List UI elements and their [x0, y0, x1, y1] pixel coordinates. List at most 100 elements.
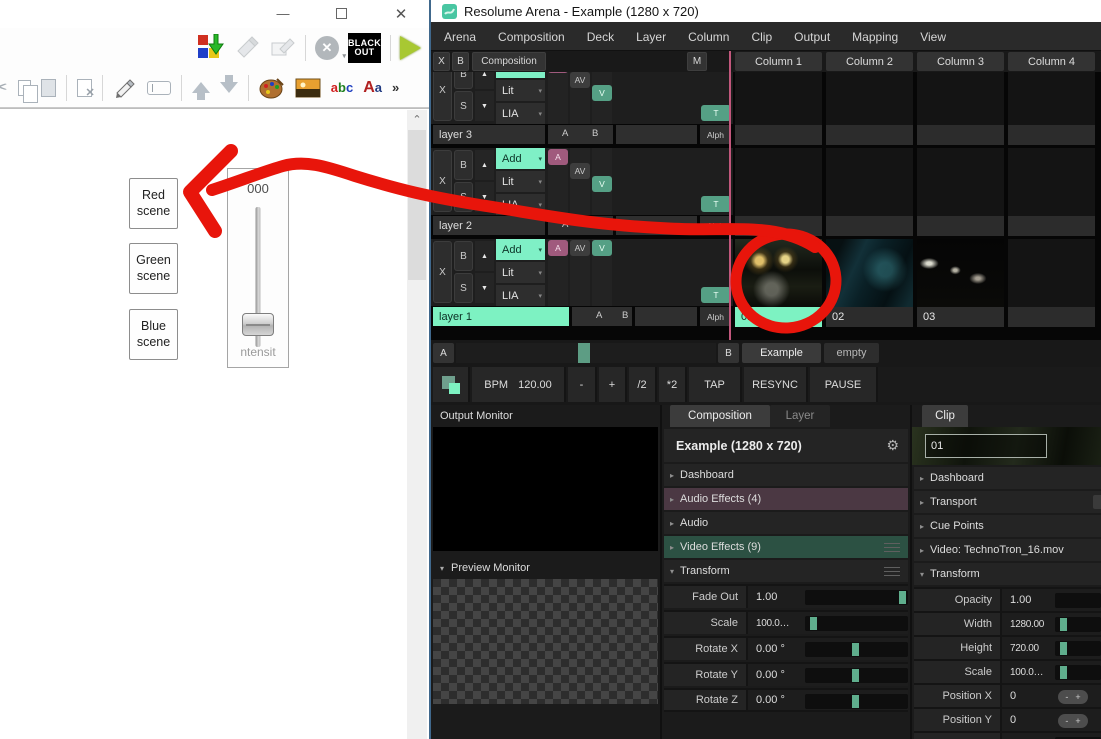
- layer2-alpha-button[interactable]: Alph: [700, 216, 731, 235]
- clip-01[interactable]: 01: [735, 239, 822, 327]
- clip-02-thumbnail[interactable]: [826, 239, 913, 307]
- scrollbar-thumb[interactable]: [408, 130, 426, 280]
- layer1-name[interactable]: layer 1: [433, 307, 569, 326]
- position-x-stepper[interactable]: -+: [1058, 690, 1088, 704]
- clip-02[interactable]: 02: [826, 239, 913, 327]
- layer2-down-icon[interactable]: ▼: [475, 182, 494, 212]
- vertical-scrollbar[interactable]: ⌃: [407, 110, 427, 739]
- layer2-audio-button[interactable]: A: [548, 149, 568, 165]
- minimize-icon[interactable]: —: [268, 2, 298, 25]
- layer2-lit-dropdown[interactable]: Lit▾: [496, 171, 545, 192]
- scroll-up-icon[interactable]: ⌃: [407, 110, 427, 129]
- composition-b-button[interactable]: B: [452, 52, 469, 71]
- menu-clip[interactable]: Clip: [740, 27, 783, 47]
- param-value[interactable]: 0.00 °: [756, 638, 785, 660]
- clip-03-label[interactable]: 03: [917, 307, 1004, 327]
- blue-scene-button[interactable]: Blue scene: [129, 309, 178, 360]
- layer2-lia-dropdown[interactable]: LIA▾: [496, 194, 545, 215]
- clip-section-transport[interactable]: ▸Transport: [914, 491, 1101, 513]
- clip-section-dashboard[interactable]: ▸Dashboard: [914, 467, 1101, 489]
- layer2-video-button[interactable]: V: [592, 176, 612, 192]
- column-4-header[interactable]: Column 4: [1008, 52, 1095, 71]
- tab-layer[interactable]: Layer: [770, 405, 830, 427]
- param-value[interactable]: 0.00 °: [756, 690, 785, 710]
- param-value[interactable]: 0.00 °: [756, 664, 785, 686]
- layer3-b-button[interactable]: B: [454, 72, 473, 89]
- layer2-blend-dropdown[interactable]: Add▾: [496, 148, 545, 169]
- param-slider[interactable]: [805, 694, 908, 709]
- layer1-down-icon[interactable]: ▼: [475, 273, 494, 303]
- move-down-icon[interactable]: [220, 82, 238, 93]
- cut-icon[interactable]: ✂: [0, 75, 8, 100]
- drag-handle-icon[interactable]: [884, 543, 900, 555]
- param-value[interactable]: 1.00: [756, 586, 777, 608]
- crossfader-a-button[interactable]: A: [433, 343, 454, 363]
- layer1-up-icon[interactable]: ▲: [475, 241, 494, 271]
- clear-dropdown-arrow-icon[interactable]: ▾: [342, 52, 346, 60]
- column-3-header[interactable]: Column 3: [917, 52, 1004, 71]
- clip-slot[interactable]: [735, 148, 822, 236]
- blackout-button[interactable]: BLACK OUT: [348, 33, 381, 63]
- beat-indicator[interactable]: [433, 367, 470, 402]
- layer3-down-icon[interactable]: ▼: [475, 91, 494, 121]
- maximize-icon[interactable]: [326, 2, 356, 25]
- clip-02-label[interactable]: 02: [826, 307, 913, 327]
- composition-button[interactable]: Composition: [472, 52, 546, 71]
- layer2-av-button[interactable]: AV: [570, 163, 590, 179]
- layer3-blend-dropdown[interactable]: Add▾: [496, 72, 545, 78]
- layer2-x-button[interactable]: X: [433, 150, 452, 212]
- green-scene-button[interactable]: Green scene: [129, 243, 178, 294]
- transport-t-button[interactable]: [1093, 495, 1101, 509]
- deck-tab-empty[interactable]: empty: [824, 343, 879, 363]
- scenes-download-icon[interactable]: [198, 35, 226, 61]
- crossfader-track[interactable]: [456, 343, 716, 363]
- clip-slot[interactable]: [1008, 239, 1095, 327]
- layer2-s-button[interactable]: S: [454, 182, 473, 212]
- layer1-audio-button[interactable]: A: [548, 240, 568, 256]
- menu-output[interactable]: Output: [783, 27, 841, 47]
- param-slider[interactable]: [1055, 665, 1101, 680]
- param-value[interactable]: 0: [1010, 709, 1016, 731]
- layer1-x-button[interactable]: X: [433, 241, 452, 303]
- layer1-blend-dropdown[interactable]: Add▾: [496, 239, 545, 260]
- layer3-video-button[interactable]: V: [592, 85, 612, 101]
- column-1-header[interactable]: Column 1: [735, 52, 822, 71]
- param-slider[interactable]: [1055, 593, 1101, 608]
- menu-view[interactable]: View: [909, 27, 957, 47]
- column-2-header[interactable]: Column 2: [826, 52, 913, 71]
- layer3-s-button[interactable]: S: [454, 91, 473, 121]
- edit-scene-disabled-icon[interactable]: [235, 35, 261, 61]
- layer1-video-button[interactable]: V: [592, 240, 612, 256]
- clip-01-thumbnail[interactable]: [735, 239, 822, 307]
- layer1-s-button[interactable]: S: [454, 273, 473, 303]
- param-value[interactable]: 720.00: [1010, 637, 1039, 659]
- composition-m-button[interactable]: M: [687, 52, 707, 71]
- rename-scene-disabled-icon[interactable]: [270, 35, 296, 61]
- move-up-icon[interactable]: [192, 82, 210, 93]
- param-slider[interactable]: [805, 668, 908, 683]
- drag-handle-icon[interactable]: [884, 567, 900, 579]
- param-value[interactable]: 0.00 °: [1010, 733, 1039, 739]
- edit-pencil-icon[interactable]: [113, 76, 137, 100]
- param-slider[interactable]: [1055, 617, 1101, 632]
- menu-composition[interactable]: Composition: [487, 27, 576, 47]
- bpm-increase-button[interactable]: +: [599, 367, 627, 402]
- red-scene-button[interactable]: Red scene: [129, 178, 178, 229]
- bpm-display[interactable]: BPM120.00: [472, 367, 566, 402]
- clip-slot[interactable]: [1008, 148, 1095, 236]
- param-value[interactable]: 1280.00: [1010, 613, 1044, 635]
- gear-icon[interactable]: ⚙: [886, 437, 899, 454]
- param-value[interactable]: 0: [1010, 685, 1016, 707]
- layer1-crossfade-assign[interactable]: AB: [572, 307, 632, 326]
- clip-name-input[interactable]: [925, 434, 1047, 458]
- section-audio[interactable]: ▸Audio: [664, 512, 908, 534]
- param-value[interactable]: 100.0…: [1010, 661, 1043, 683]
- layer2-name[interactable]: layer 2: [433, 216, 545, 235]
- close-icon[interactable]: ✕: [386, 2, 416, 25]
- layer3-up-icon[interactable]: ▲: [475, 72, 494, 89]
- font-icon[interactable]: Aa: [363, 79, 382, 97]
- layer2-up-icon[interactable]: ▲: [475, 150, 494, 180]
- resync-button[interactable]: RESYNC: [744, 367, 808, 402]
- param-value[interactable]: 100.0…: [756, 612, 789, 634]
- paste-icon[interactable]: [41, 79, 56, 97]
